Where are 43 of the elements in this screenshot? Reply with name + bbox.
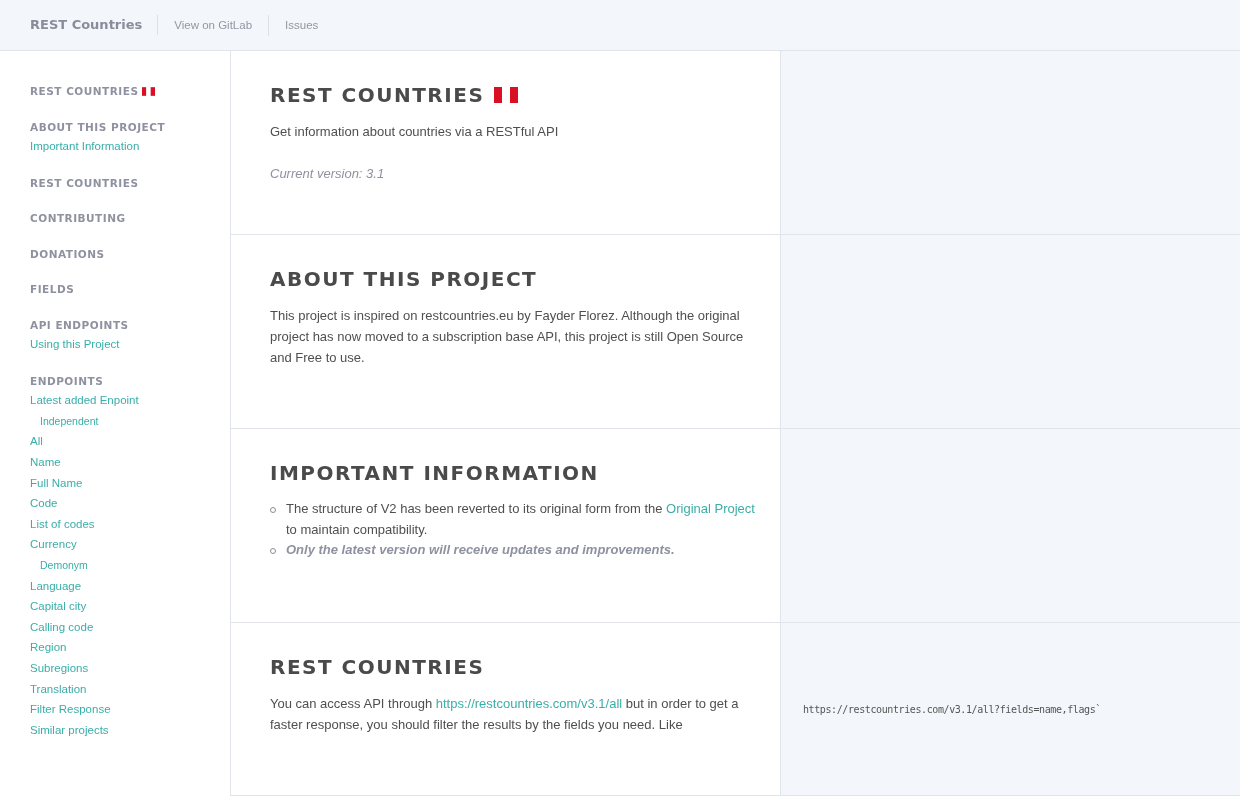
sidebar-link[interactable]: Latest added Enpoint [30, 390, 230, 411]
sidebar-link[interactable]: Independent [30, 410, 230, 432]
sidebar-heading[interactable]: API ENDPOINTS [30, 317, 129, 334]
sidebar-heading[interactable]: ENDPOINTS [30, 373, 104, 390]
sidebar-heading[interactable]: ABOUT THIS PROJECT [30, 119, 166, 136]
nav-link[interactable]: View on GitLab [158, 14, 270, 36]
sidebar-link[interactable]: Translation [30, 678, 230, 700]
section-title: REST COUNTRIES [270, 83, 485, 107]
brand-title[interactable]: REST Countries [30, 15, 159, 35]
sidebar-heading[interactable]: CONTRIBUTING [30, 211, 126, 227]
sidebar-link[interactable]: Important Information [30, 136, 230, 157]
sidebar-link[interactable]: Calling code [30, 616, 230, 638]
sidebar-link[interactable]: Language [30, 575, 230, 597]
sidebar-link[interactable]: Capital city [30, 596, 230, 617]
paragraph: Get information about countries via a RESTful API [270, 123, 560, 141]
code-sample: https://restcountries.com/v3.1/all?fields=name,flags` [803, 702, 1101, 717]
sidebar-link[interactable]: Name [30, 451, 230, 473]
sidebar-heading[interactable]: DONATIONS [30, 246, 105, 263]
section-title: REST COUNTRIES [270, 655, 485, 679]
sidebar-link[interactable]: All [30, 431, 230, 452]
sidebar-link[interactable]: Demonym [30, 554, 230, 576]
sidebar-link[interactable]: Full Name [30, 472, 230, 494]
paragraph: You can access API through https://restcountries.com/v3.1/all but in order to get a faster response, you should filter the results by the fields you need. Like [270, 695, 740, 734]
sidebar-link[interactable]: Currency [30, 534, 230, 555]
sidebar-link[interactable]: Code [30, 493, 230, 514]
sidebar-link[interactable]: List of codes [30, 513, 230, 535]
sidebar-link[interactable]: Region [30, 637, 230, 658]
sidebar-heading[interactable]: REST COUNTRIES [30, 175, 139, 192]
list-item-text: The structure of V2 has been reverted to its original form from the Original Project to maintain compatibility. [286, 500, 756, 539]
sidebar-heading[interactable]: REST COUNTRIES [30, 84, 139, 100]
section-title: ABOUT THIS PROJECT [270, 267, 538, 291]
text-link[interactable]: Original Project [666, 501, 755, 516]
section-title: IMPORTANT INFORMATION [270, 461, 599, 485]
sidebar-link[interactable]: Using this Project [30, 334, 230, 355]
sidebar-link[interactable]: Filter Response [30, 699, 230, 720]
sidebar-heading[interactable]: FIELDS [30, 282, 75, 298]
nav-link[interactable]: Issues [269, 14, 335, 36]
sidebar-link[interactable]: Similar projects [30, 719, 230, 741]
paragraph: This project is inspired on restcountries.eu by Fayder Florez. Although the original project has now moved to a subscription base API, this project is still Open Source and Free to use. [270, 307, 745, 367]
list-item-text: Only the latest version will receive updates and improvements. [286, 541, 675, 559]
sidebar-link[interactable]: Subregions [30, 657, 230, 679]
version-note: Current version: 3.1 [270, 165, 386, 183]
text-link[interactable]: https://restcountries.com/v3.1/all [435, 696, 623, 711]
